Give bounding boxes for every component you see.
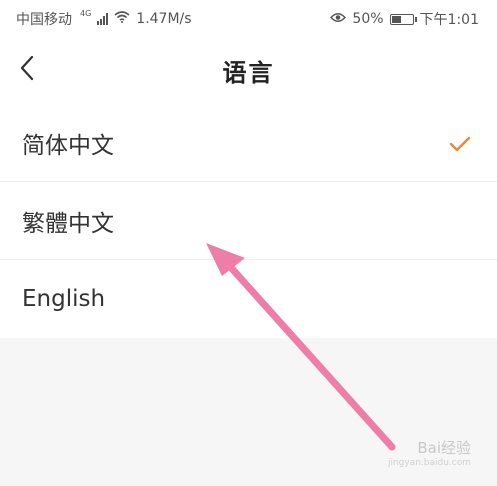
language-label: 简体中文 bbox=[22, 132, 114, 159]
language-option-traditional-chinese[interactable]: 繁體中文 bbox=[0, 182, 497, 260]
battery-icon bbox=[389, 13, 417, 25]
checkmark-icon bbox=[449, 132, 471, 158]
status-bar: 中国移动 4G 1.47M/s 50% 下午1:01 bbox=[0, 0, 497, 36]
battery-percent: 50% bbox=[352, 11, 384, 27]
status-left: 中国移动 4G 1.47M/s bbox=[16, 9, 192, 29]
watermark-url: jingyan.baidu.com bbox=[387, 458, 471, 468]
app-header: 语言 bbox=[0, 36, 497, 104]
carrier-label: 中国移动 bbox=[16, 12, 72, 28]
watermark-logo: Bai经验 bbox=[417, 439, 471, 457]
language-option-english[interactable]: English bbox=[0, 260, 497, 338]
network-speed: 1.47M/s bbox=[136, 11, 192, 27]
language-label: 繁體中文 bbox=[22, 210, 114, 237]
language-option-simplified-chinese[interactable]: 简体中文 bbox=[0, 104, 497, 182]
eye-icon bbox=[330, 11, 347, 27]
signal-icon bbox=[97, 13, 109, 25]
language-label: English bbox=[22, 286, 106, 312]
wifi-icon bbox=[114, 11, 130, 27]
watermark: Bai经验 jingyan.baidu.com bbox=[388, 437, 471, 468]
language-list: 简体中文 繁體中文 English bbox=[0, 104, 497, 338]
clock: 下午1:01 bbox=[419, 12, 479, 28]
battery-fill bbox=[391, 15, 401, 23]
status-right: 50% 下午1:01 bbox=[330, 9, 479, 29]
network-badge: 4G bbox=[80, 8, 92, 18]
page-title: 语言 bbox=[222, 59, 275, 87]
